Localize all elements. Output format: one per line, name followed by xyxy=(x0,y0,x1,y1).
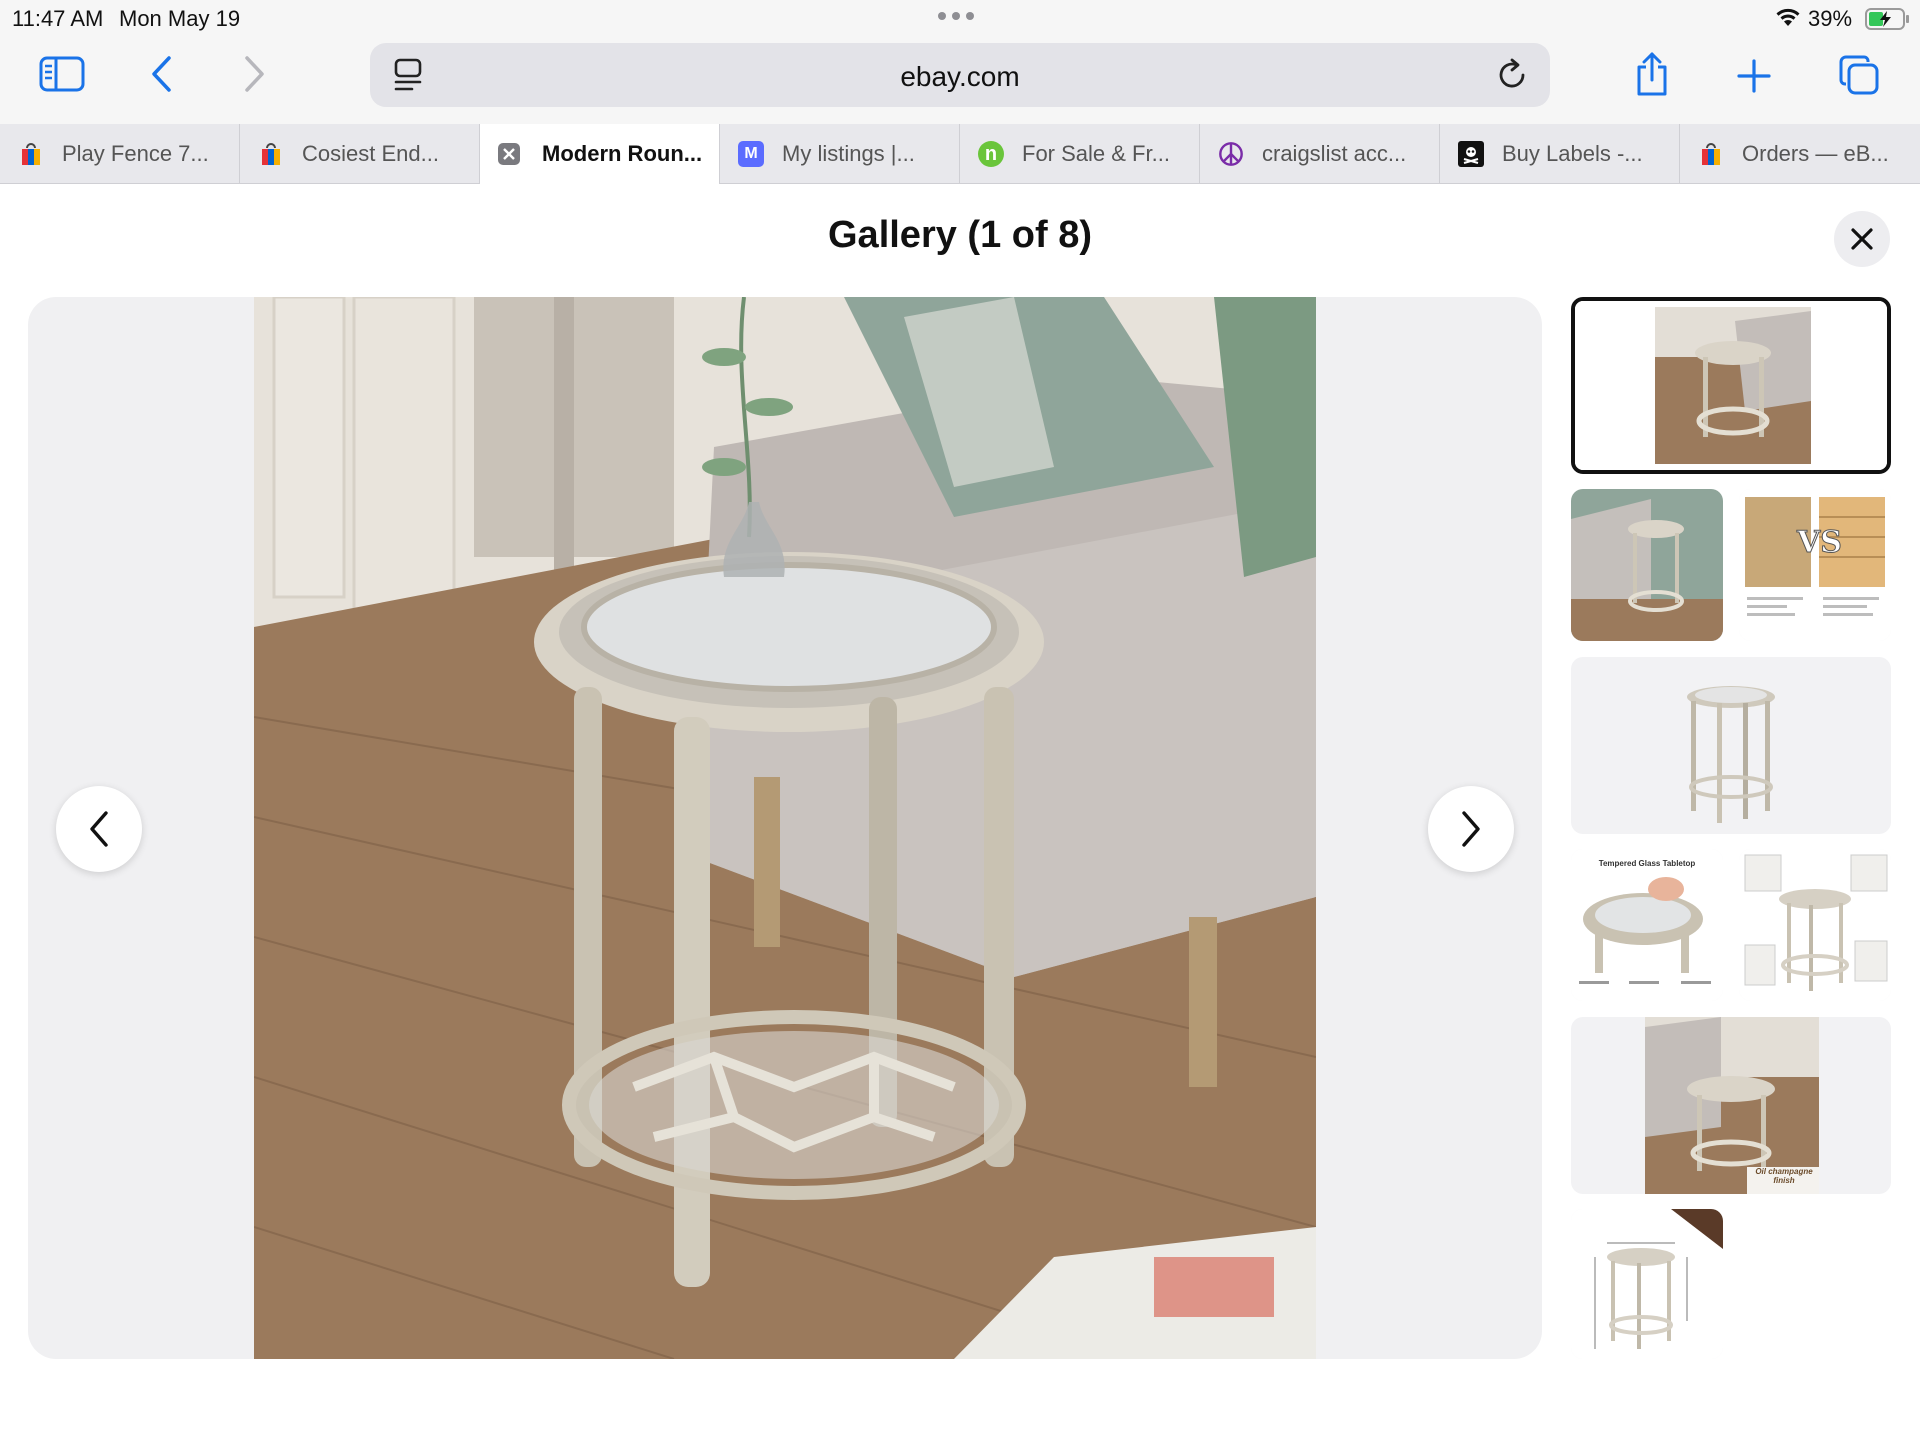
battery-charging-icon xyxy=(1865,8,1909,30)
image-viewer xyxy=(28,297,1542,1359)
tab-my-listings[interactable]: M My listings |... xyxy=(720,124,960,184)
thumbnail-5[interactable]: Tempered Glass Tabletop xyxy=(1571,849,1723,1001)
status-date: Mon May 19 xyxy=(119,6,241,31)
tab-orders-ebay[interactable]: Orders — eB... xyxy=(1680,124,1920,184)
tab-craigslist[interactable]: craigslist acc... xyxy=(1200,124,1440,184)
url-text: ebay.com xyxy=(900,61,1020,92)
tab-buy-labels[interactable]: Buy Labels -... xyxy=(1440,124,1680,184)
nextdoor-icon: n xyxy=(978,141,1004,167)
reload-icon[interactable] xyxy=(1494,57,1530,93)
vs-label: VS xyxy=(1797,525,1843,561)
pirate-ship-icon xyxy=(1458,141,1484,167)
tab-label: craigslist acc... xyxy=(1262,141,1407,166)
status-time: 11:47 AM xyxy=(12,6,104,31)
thumbnail-6[interactable] xyxy=(1739,849,1891,1001)
address-bar[interactable]: ebay.com xyxy=(370,43,1550,107)
back-icon[interactable] xyxy=(146,54,176,94)
thumbnail-7[interactable]: Oil champagne finish xyxy=(1571,1017,1891,1194)
thumbnail-caption: Tempered Glass Tabletop xyxy=(1598,859,1696,868)
previous-image-button[interactable] xyxy=(56,786,142,872)
tab-label: Play Fence 7... xyxy=(62,141,209,166)
tabs-overview-icon[interactable] xyxy=(1838,54,1880,96)
tab-label: Buy Labels -... xyxy=(1502,141,1643,166)
tab-label: For Sale & Fr... xyxy=(1022,141,1170,166)
close-tab-icon[interactable] xyxy=(498,143,520,165)
main-product-image[interactable] xyxy=(254,297,1316,1359)
gallery-title: Gallery (1 of 8) xyxy=(828,214,1092,256)
craigslist-peace-icon xyxy=(1218,141,1244,167)
tab-play-fence[interactable]: Play Fence 7... xyxy=(0,124,240,184)
close-icon xyxy=(1851,228,1873,250)
mercari-icon: M xyxy=(738,141,764,167)
multitasking-dots-icon[interactable] xyxy=(938,12,974,20)
tab-for-sale-free[interactable]: n For Sale & Fr... xyxy=(960,124,1200,184)
ebay-bag-icon xyxy=(1698,141,1724,167)
thumbnail-caption: Oil champagne finish xyxy=(1755,1167,1813,1185)
thumbnail-1[interactable] xyxy=(1571,297,1891,474)
forward-icon[interactable] xyxy=(240,54,270,94)
tab-label: My listings |... xyxy=(782,141,915,166)
thumbnail-4[interactable] xyxy=(1571,657,1891,834)
battery-percent: 39% xyxy=(1808,6,1853,31)
close-gallery-button[interactable] xyxy=(1834,211,1890,267)
share-icon[interactable] xyxy=(1632,50,1672,98)
ebay-bag-icon xyxy=(18,141,44,167)
ebay-bag-icon xyxy=(258,141,284,167)
status-bar: 11:47 AM Mon May 19 39% xyxy=(0,0,1920,36)
tab-label: Cosiest End... xyxy=(302,141,439,166)
tab-modern-round[interactable]: Modern Roun... xyxy=(480,124,720,184)
thumbnail-3[interactable]: VS xyxy=(1739,489,1891,641)
sidebar-icon[interactable] xyxy=(38,54,86,94)
new-tab-icon[interactable] xyxy=(1734,56,1774,96)
wifi-icon xyxy=(1776,8,1800,26)
tab-label: Orders — eB... xyxy=(1742,141,1889,166)
thumbnail-2[interactable] xyxy=(1571,489,1723,641)
thumbnail-8[interactable] xyxy=(1571,1209,1723,1359)
next-image-button[interactable] xyxy=(1428,786,1514,872)
tab-bar: Play Fence 7... Cosiest End... Modern Ro… xyxy=(0,124,1920,184)
chevron-right-icon xyxy=(1462,811,1480,847)
chevron-left-icon xyxy=(90,811,108,847)
tab-cosiest-end[interactable]: Cosiest End... xyxy=(240,124,480,184)
browser-toolbar: ebay.com xyxy=(0,36,1920,124)
tab-label: Modern Roun... xyxy=(542,141,703,166)
